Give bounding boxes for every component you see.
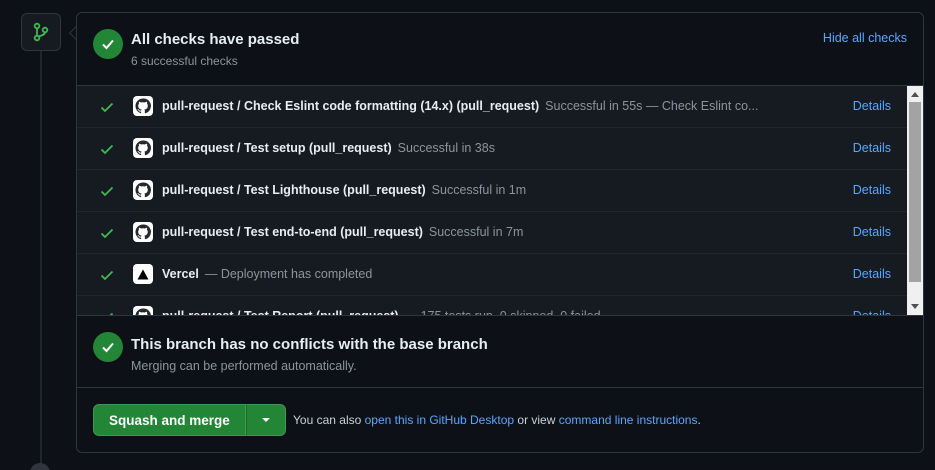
check-row: pull-request / Test Lighthouse (pull_req… bbox=[77, 170, 907, 212]
merge-method-dropdown[interactable] bbox=[245, 404, 286, 436]
scrollbar[interactable] bbox=[907, 86, 923, 315]
check-text: pull-request / Check Eslint code formatt… bbox=[162, 99, 758, 113]
conflicts-subtitle: Merging can be performed automatically. bbox=[131, 359, 357, 373]
scroll-up-arrow[interactable] bbox=[907, 87, 923, 101]
check-text: pull-request / Test setup (pull_request)… bbox=[162, 141, 495, 155]
checks-summary: All checks have passed 6 successful chec… bbox=[77, 13, 923, 85]
check-circle-fill-icon bbox=[93, 332, 123, 362]
check-icon bbox=[99, 309, 115, 315]
check-icon bbox=[99, 141, 115, 157]
check-status: — 175 tests run, 0 skipped, 0 failed bbox=[404, 309, 601, 316]
git-branch-icon bbox=[21, 13, 61, 51]
check-name: Vercel bbox=[162, 267, 199, 281]
check-icon bbox=[99, 99, 115, 115]
checks-list: pull-request / Check Eslint code formatt… bbox=[77, 85, 923, 316]
github-mark-icon bbox=[133, 96, 153, 116]
check-name: pull-request / Test setup (pull_request) bbox=[162, 141, 392, 155]
details-link[interactable]: Details bbox=[853, 267, 891, 281]
github-mark-icon bbox=[133, 138, 153, 158]
checks-count: 6 successful checks bbox=[131, 54, 238, 68]
conflicts-section: This branch has no conflicts with the ba… bbox=[77, 316, 923, 388]
scrollbar-thumb[interactable] bbox=[909, 102, 921, 282]
details-link[interactable]: Details bbox=[853, 309, 891, 315]
timeline-line bbox=[40, 51, 42, 470]
check-status: Successful in 38s bbox=[397, 141, 495, 155]
check-row: Vercel — Deployment has completed Details bbox=[77, 254, 907, 296]
details-link[interactable]: Details bbox=[853, 225, 891, 239]
check-text: pull-request / Test Lighthouse (pull_req… bbox=[162, 183, 526, 197]
check-row: pull-request / Test end-to-end (pull_req… bbox=[77, 212, 907, 254]
check-row: pull-request / Test setup (pull_request)… bbox=[77, 128, 907, 170]
triangle-down-icon bbox=[261, 418, 270, 422]
check-icon bbox=[99, 267, 115, 283]
vercel-triangle-icon bbox=[133, 264, 153, 284]
check-text: Vercel — Deployment has completed bbox=[162, 267, 372, 281]
scroll-down-arrow[interactable] bbox=[907, 299, 923, 313]
github-mark-icon bbox=[133, 222, 153, 242]
merge-box: All checks have passed 6 successful chec… bbox=[76, 12, 924, 453]
check-icon bbox=[99, 183, 115, 199]
avatar bbox=[30, 463, 50, 470]
check-circle-fill-icon bbox=[93, 29, 123, 59]
conflicts-title: This branch has no conflicts with the ba… bbox=[131, 336, 488, 353]
checks-title: All checks have passed bbox=[131, 31, 300, 48]
check-row: pull-request / Check Eslint code formatt… bbox=[77, 86, 907, 128]
check-name: pull-request / Test end-to-end (pull_req… bbox=[162, 225, 423, 239]
open-github-desktop-link[interactable]: open this in GitHub Desktop bbox=[365, 413, 514, 427]
check-icon bbox=[99, 225, 115, 241]
github-mark-icon bbox=[133, 306, 153, 315]
check-name: pull-request / Test Report (pull_request… bbox=[162, 309, 399, 316]
merge-button-group: Squash and merge bbox=[93, 404, 286, 436]
merge-alternatives-note: You can also open this in GitHub Desktop… bbox=[293, 413, 701, 427]
check-status: — Deployment has completed bbox=[204, 267, 373, 281]
check-text: pull-request / Test Report (pull_request… bbox=[162, 309, 601, 316]
check-name: pull-request / Test Lighthouse (pull_req… bbox=[162, 183, 426, 197]
check-row: pull-request / Test Report (pull_request… bbox=[77, 296, 907, 316]
details-link[interactable]: Details bbox=[853, 99, 891, 113]
merge-actions: Squash and merge You can also open this … bbox=[77, 388, 923, 452]
check-status: Successful in 7m bbox=[428, 225, 524, 239]
check-status: Successful in 1m bbox=[431, 183, 527, 197]
hide-all-checks-link[interactable]: Hide all checks bbox=[823, 31, 907, 45]
github-mark-icon bbox=[133, 180, 153, 200]
command-line-instructions-link[interactable]: command line instructions bbox=[559, 413, 698, 427]
details-link[interactable]: Details bbox=[853, 183, 891, 197]
check-name: pull-request / Check Eslint code formatt… bbox=[162, 99, 540, 113]
check-status: Successful in 55s — Check Eslint co... bbox=[545, 99, 759, 113]
squash-and-merge-button[interactable]: Squash and merge bbox=[93, 404, 246, 436]
details-link[interactable]: Details bbox=[853, 141, 891, 155]
check-text: pull-request / Test end-to-end (pull_req… bbox=[162, 225, 523, 239]
